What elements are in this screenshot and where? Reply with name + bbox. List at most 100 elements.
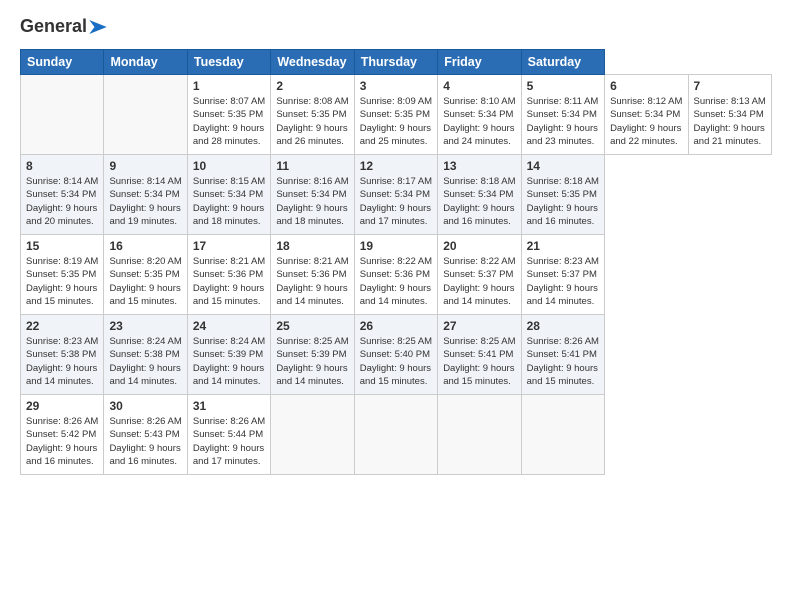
- day-number: 22: [26, 319, 98, 333]
- header: General: [20, 16, 772, 35]
- day-info: Sunrise: 8:25 AMSunset: 5:40 PMDaylight:…: [360, 335, 432, 388]
- day-info: Sunrise: 8:08 AMSunset: 5:35 PMDaylight:…: [276, 95, 348, 148]
- day-info: Sunrise: 8:26 AMSunset: 5:43 PMDaylight:…: [109, 415, 181, 468]
- calendar-cell: 9 Sunrise: 8:14 AMSunset: 5:34 PMDaylight…: [104, 155, 187, 235]
- day-info: Sunrise: 8:24 AMSunset: 5:38 PMDaylight:…: [109, 335, 181, 388]
- calendar-cell: 11 Sunrise: 8:16 AMSunset: 5:34 PMDayligh…: [271, 155, 354, 235]
- calendar-cell: 5 Sunrise: 8:11 AMSunset: 5:34 PMDaylight…: [521, 75, 604, 155]
- weekday-header: Thursday: [354, 50, 437, 75]
- day-number: 31: [193, 399, 265, 413]
- weekday-header: Sunday: [21, 50, 104, 75]
- calendar-cell: 2Sunrise: 8:08 AMSunset: 5:35 PMDaylight…: [271, 75, 354, 155]
- calendar-cell: 18 Sunrise: 8:21 AMSunset: 5:36 PMDayligh…: [271, 235, 354, 315]
- day-info: Sunrise: 8:15 AMSunset: 5:34 PMDaylight:…: [193, 175, 265, 228]
- day-number: 28: [527, 319, 599, 333]
- calendar-cell: [271, 395, 354, 475]
- day-info: Sunrise: 8:07 AMSunset: 5:35 PMDaylight:…: [193, 95, 265, 148]
- day-number: 3: [360, 79, 432, 93]
- day-number: 20: [443, 239, 515, 253]
- calendar-cell: 22 Sunrise: 8:23 AMSunset: 5:38 PMDayligh…: [21, 315, 104, 395]
- day-number: 15: [26, 239, 98, 253]
- calendar-cell: 13 Sunrise: 8:18 AMSunset: 5:34 PMDayligh…: [438, 155, 521, 235]
- page-container: General SundayMondayTuesdayWednesdayThur…: [0, 0, 792, 485]
- day-info: Sunrise: 8:16 AMSunset: 5:34 PMDaylight:…: [276, 175, 348, 228]
- day-number: 1: [193, 79, 265, 93]
- calendar-cell: 10 Sunrise: 8:15 AMSunset: 5:34 PMDayligh…: [187, 155, 270, 235]
- calendar-cell: 1 Sunrise: 8:07 AMSunset: 5:35 PMDaylight…: [187, 75, 270, 155]
- day-number: 4: [443, 79, 515, 93]
- day-info: Sunrise: 8:18 AMSunset: 5:34 PMDaylight:…: [443, 175, 515, 228]
- calendar-cell: 23 Sunrise: 8:24 AMSunset: 5:38 PMDayligh…: [104, 315, 187, 395]
- calendar-cell: 26 Sunrise: 8:25 AMSunset: 5:40 PMDayligh…: [354, 315, 437, 395]
- calendar-cell: 8Sunrise: 8:14 AMSunset: 5:34 PMDaylight…: [21, 155, 104, 235]
- day-info: Sunrise: 8:19 AMSunset: 5:35 PMDaylight:…: [26, 255, 98, 308]
- logo: General: [20, 16, 107, 35]
- logo-general: General: [20, 16, 87, 37]
- day-number: 13: [443, 159, 515, 173]
- day-number: 25: [276, 319, 348, 333]
- calendar-cell: 4 Sunrise: 8:10 AMSunset: 5:34 PMDaylight…: [438, 75, 521, 155]
- day-info: Sunrise: 8:23 AMSunset: 5:38 PMDaylight:…: [26, 335, 98, 388]
- day-number: 29: [26, 399, 98, 413]
- calendar-cell: 30 Sunrise: 8:26 AMSunset: 5:43 PMDayligh…: [104, 395, 187, 475]
- weekday-header: Tuesday: [187, 50, 270, 75]
- day-number: 27: [443, 319, 515, 333]
- day-info: Sunrise: 8:14 AMSunset: 5:34 PMDaylight:…: [109, 175, 181, 228]
- calendar-cell: [104, 75, 187, 155]
- day-number: 12: [360, 159, 432, 173]
- calendar-week-row: 15 Sunrise: 8:19 AMSunset: 5:35 PMDayligh…: [21, 235, 772, 315]
- day-info: Sunrise: 8:12 AMSunset: 5:34 PMDaylight:…: [610, 95, 682, 148]
- day-info: Sunrise: 8:20 AMSunset: 5:35 PMDaylight:…: [109, 255, 181, 308]
- calendar-cell: [21, 75, 104, 155]
- day-number: 30: [109, 399, 181, 413]
- weekday-header: Saturday: [521, 50, 604, 75]
- calendar-cell: 14 Sunrise: 8:18 AMSunset: 5:35 PMDayligh…: [521, 155, 604, 235]
- calendar-cell: 19 Sunrise: 8:22 AMSunset: 5:36 PMDayligh…: [354, 235, 437, 315]
- day-number: 18: [276, 239, 348, 253]
- calendar-table: SundayMondayTuesdayWednesdayThursdayFrid…: [20, 49, 772, 475]
- day-info: Sunrise: 8:24 AMSunset: 5:39 PMDaylight:…: [193, 335, 265, 388]
- calendar-cell: 6 Sunrise: 8:12 AMSunset: 5:34 PMDaylight…: [605, 75, 688, 155]
- calendar-week-row: 29 Sunrise: 8:26 AMSunset: 5:42 PMDayligh…: [21, 395, 772, 475]
- day-number: 10: [193, 159, 265, 173]
- day-info: Sunrise: 8:26 AMSunset: 5:41 PMDaylight:…: [527, 335, 599, 388]
- calendar-cell: 29 Sunrise: 8:26 AMSunset: 5:42 PMDayligh…: [21, 395, 104, 475]
- calendar-cell: [521, 395, 604, 475]
- day-info: Sunrise: 8:10 AMSunset: 5:34 PMDaylight:…: [443, 95, 515, 148]
- calendar-cell: 3Sunrise: 8:09 AMSunset: 5:35 PMDaylight…: [354, 75, 437, 155]
- day-number: 8: [26, 159, 98, 173]
- weekday-header: Wednesday: [271, 50, 354, 75]
- day-info: Sunrise: 8:17 AMSunset: 5:34 PMDaylight:…: [360, 175, 432, 228]
- calendar-cell: 17Sunrise: 8:21 AMSunset: 5:36 PMDayligh…: [187, 235, 270, 315]
- day-number: 6: [610, 79, 682, 93]
- calendar-cell: 31Sunrise: 8:26 AMSunset: 5:44 PMDayligh…: [187, 395, 270, 475]
- calendar-cell: 20Sunrise: 8:22 AMSunset: 5:37 PMDayligh…: [438, 235, 521, 315]
- day-number: 5: [527, 79, 599, 93]
- day-info: Sunrise: 8:11 AMSunset: 5:34 PMDaylight:…: [527, 95, 599, 148]
- calendar-cell: 7Sunrise: 8:13 AMSunset: 5:34 PMDaylight…: [688, 75, 772, 155]
- logo-arrow-icon: [89, 20, 107, 34]
- calendar-cell: 21 Sunrise: 8:23 AMSunset: 5:37 PMDayligh…: [521, 235, 604, 315]
- calendar-week-row: 8 Sunrise: 8:14 AMSunset: 5:34 PMDaylight…: [21, 155, 772, 235]
- day-info: Sunrise: 8:18 AMSunset: 5:35 PMDaylight:…: [527, 175, 599, 228]
- day-info: Sunrise: 8:21 AMSunset: 5:36 PMDaylight:…: [193, 255, 265, 308]
- day-number: 14: [527, 159, 599, 173]
- calendar-cell: 25Sunrise: 8:25 AMSunset: 5:39 PMDayligh…: [271, 315, 354, 395]
- day-number: 19: [360, 239, 432, 253]
- day-number: 21: [527, 239, 599, 253]
- day-info: Sunrise: 8:25 AMSunset: 5:41 PMDaylight:…: [443, 335, 515, 388]
- day-number: 23: [109, 319, 181, 333]
- calendar-week-row: 22 Sunrise: 8:23 AMSunset: 5:38 PMDayligh…: [21, 315, 772, 395]
- calendar-cell: 28 Sunrise: 8:26 AMSunset: 5:41 PMDayligh…: [521, 315, 604, 395]
- day-info: Sunrise: 8:23 AMSunset: 5:37 PMDaylight:…: [527, 255, 599, 308]
- calendar-cell: 16Sunrise: 8:20 AMSunset: 5:35 PMDayligh…: [104, 235, 187, 315]
- day-info: Sunrise: 8:26 AMSunset: 5:42 PMDaylight:…: [26, 415, 98, 468]
- day-number: 11: [276, 159, 348, 173]
- calendar-cell: [354, 395, 437, 475]
- day-number: 26: [360, 319, 432, 333]
- calendar-header-row: SundayMondayTuesdayWednesdayThursdayFrid…: [21, 50, 772, 75]
- day-info: Sunrise: 8:22 AMSunset: 5:36 PMDaylight:…: [360, 255, 432, 308]
- calendar-week-row: 1 Sunrise: 8:07 AMSunset: 5:35 PMDaylight…: [21, 75, 772, 155]
- day-info: Sunrise: 8:21 AMSunset: 5:36 PMDaylight:…: [276, 255, 348, 308]
- day-number: 9: [109, 159, 181, 173]
